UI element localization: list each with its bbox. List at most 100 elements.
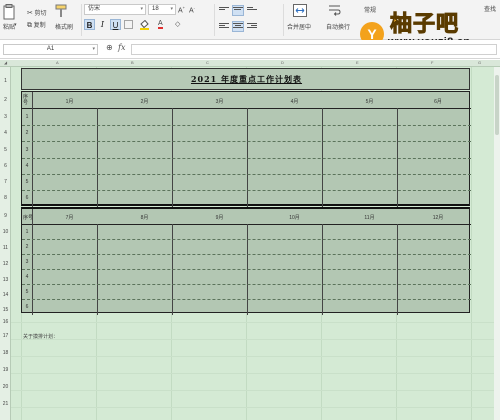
row-header[interactable]: 21	[0, 401, 11, 407]
cut-button[interactable]: ✂ 剪切	[27, 8, 47, 17]
align-left-button[interactable]	[219, 22, 229, 31]
chevron-down-icon: ▾	[170, 6, 173, 12]
font-name-select[interactable]: 仿宋 ▾	[84, 4, 146, 15]
bold-button[interactable]: B	[84, 19, 95, 30]
format-painter-button[interactable]	[55, 4, 67, 18]
row-header[interactable]: 2	[0, 97, 11, 103]
align-center-button[interactable]	[232, 21, 244, 32]
row-header[interactable]: 5	[0, 147, 11, 153]
row-number: 6	[25, 195, 29, 201]
ribbon-divider	[283, 4, 284, 36]
column-header[interactable]: E	[356, 60, 359, 65]
border-button[interactable]	[124, 20, 133, 29]
column-header[interactable]: B	[131, 60, 134, 65]
font-size-value: 18	[152, 6, 159, 12]
row-header[interactable]: 20	[0, 384, 11, 390]
align-top-button[interactable]	[219, 6, 229, 15]
row-number: 1	[25, 229, 29, 235]
column-header-bar: ◢ A B C D E F G	[0, 60, 500, 67]
italic-button[interactable]: I	[97, 19, 108, 30]
month-header: 12月	[432, 215, 444, 221]
row-header[interactable]: 9	[0, 213, 11, 219]
month-header: 6月	[434, 99, 442, 105]
column-header[interactable]: C	[206, 60, 209, 65]
grid-line	[11, 407, 500, 408]
zoom-icon[interactable]: ⊕	[106, 43, 113, 52]
name-box[interactable]: A1 ▾	[3, 44, 98, 55]
underline-button[interactable]: U	[110, 19, 121, 30]
merge-icon	[293, 4, 307, 17]
column-header[interactable]: D	[281, 60, 284, 65]
logo-title: 柚子吧	[389, 12, 460, 38]
month-header: 3月	[215, 99, 224, 105]
align-middle-button[interactable]	[232, 5, 244, 16]
row-number: 3	[25, 147, 29, 153]
font-color-button[interactable]: A	[158, 20, 163, 29]
align-right-button[interactable]	[247, 22, 257, 31]
cell-reference: A1	[46, 46, 55, 52]
month-header: 5月	[365, 99, 374, 105]
row-header[interactable]: 7	[0, 179, 11, 185]
row-header[interactable]: 10	[0, 229, 11, 235]
row-header[interactable]: 12	[0, 261, 11, 267]
chevron-down-icon: ▾	[92, 46, 95, 52]
grid-line	[11, 339, 500, 340]
copy-button[interactable]: ⧉ 复制	[27, 20, 46, 30]
plan-note[interactable]: 关于摸排计划：	[23, 333, 58, 340]
font-name-value: 仿宋	[88, 6, 101, 12]
row-header[interactable]: 14	[0, 292, 11, 298]
column-header[interactable]: F	[431, 60, 433, 65]
row-header[interactable]: 16	[0, 319, 11, 325]
font-size-select[interactable]: 18 ▾	[148, 4, 176, 15]
row-header[interactable]: 1	[0, 78, 11, 84]
month-header: 10月	[289, 215, 300, 221]
row-header[interactable]: 3	[0, 114, 11, 120]
align-bottom-button[interactable]	[247, 6, 257, 15]
row-header[interactable]: 15	[0, 307, 11, 313]
row-header[interactable]: 11	[0, 245, 11, 251]
grid-line	[11, 373, 500, 374]
wrap-text-button[interactable]	[328, 4, 341, 17]
row-divider	[22, 158, 471, 159]
row-divider	[22, 299, 471, 300]
row-number: 4	[25, 274, 29, 280]
row-header[interactable]: 17	[0, 333, 11, 339]
paste-dropdown-icon[interactable]: ▾	[14, 22, 17, 28]
row-header[interactable]: 6	[0, 163, 11, 169]
title-cell[interactable]: 2021 年度重点工作计划表	[21, 68, 470, 90]
row-header[interactable]: 19	[0, 367, 11, 373]
row-header[interactable]: 8	[0, 195, 11, 201]
fill-color-button[interactable]	[140, 20, 149, 30]
row-number: 2	[25, 130, 29, 136]
row-header[interactable]: 13	[0, 277, 11, 283]
plan-table-h2: 序号 7月 8月 9月 10月 11月 12月 1 2 3 4 5 6	[21, 207, 471, 315]
increase-font-button[interactable]: A+	[178, 5, 185, 14]
scrollbar-thumb[interactable]	[495, 75, 499, 135]
row-number: 5	[25, 289, 29, 295]
month-header: 9月	[215, 215, 224, 221]
formula-input[interactable]	[131, 44, 497, 55]
scissors-icon: ✂	[27, 10, 33, 17]
row-divider	[22, 190, 471, 191]
row-divider	[22, 269, 471, 270]
row-divider	[22, 141, 471, 142]
month-header: 4月	[290, 99, 299, 105]
row-header[interactable]: 4	[0, 130, 11, 136]
merge-center-button[interactable]	[293, 4, 307, 17]
eraser-icon: ◇	[175, 21, 181, 28]
row-number: 6	[25, 304, 29, 310]
clear-format-button[interactable]: ◇	[175, 20, 180, 28]
paste-button[interactable]	[2, 4, 16, 20]
row-divider	[22, 239, 471, 240]
vertical-scrollbar[interactable]	[494, 67, 500, 420]
column-header[interactable]: A	[56, 60, 59, 65]
row-header[interactable]: 18	[0, 350, 11, 356]
format-painter-label: 格式刷	[55, 25, 74, 31]
grid-line	[11, 356, 500, 357]
decrease-font-button[interactable]: A-	[189, 5, 195, 14]
month-header: 8月	[140, 215, 149, 221]
grid-line	[11, 390, 500, 391]
column-header[interactable]: G	[478, 60, 481, 65]
fx-icon[interactable]: fx	[118, 43, 125, 52]
select-all-corner[interactable]: ◢	[4, 60, 7, 65]
